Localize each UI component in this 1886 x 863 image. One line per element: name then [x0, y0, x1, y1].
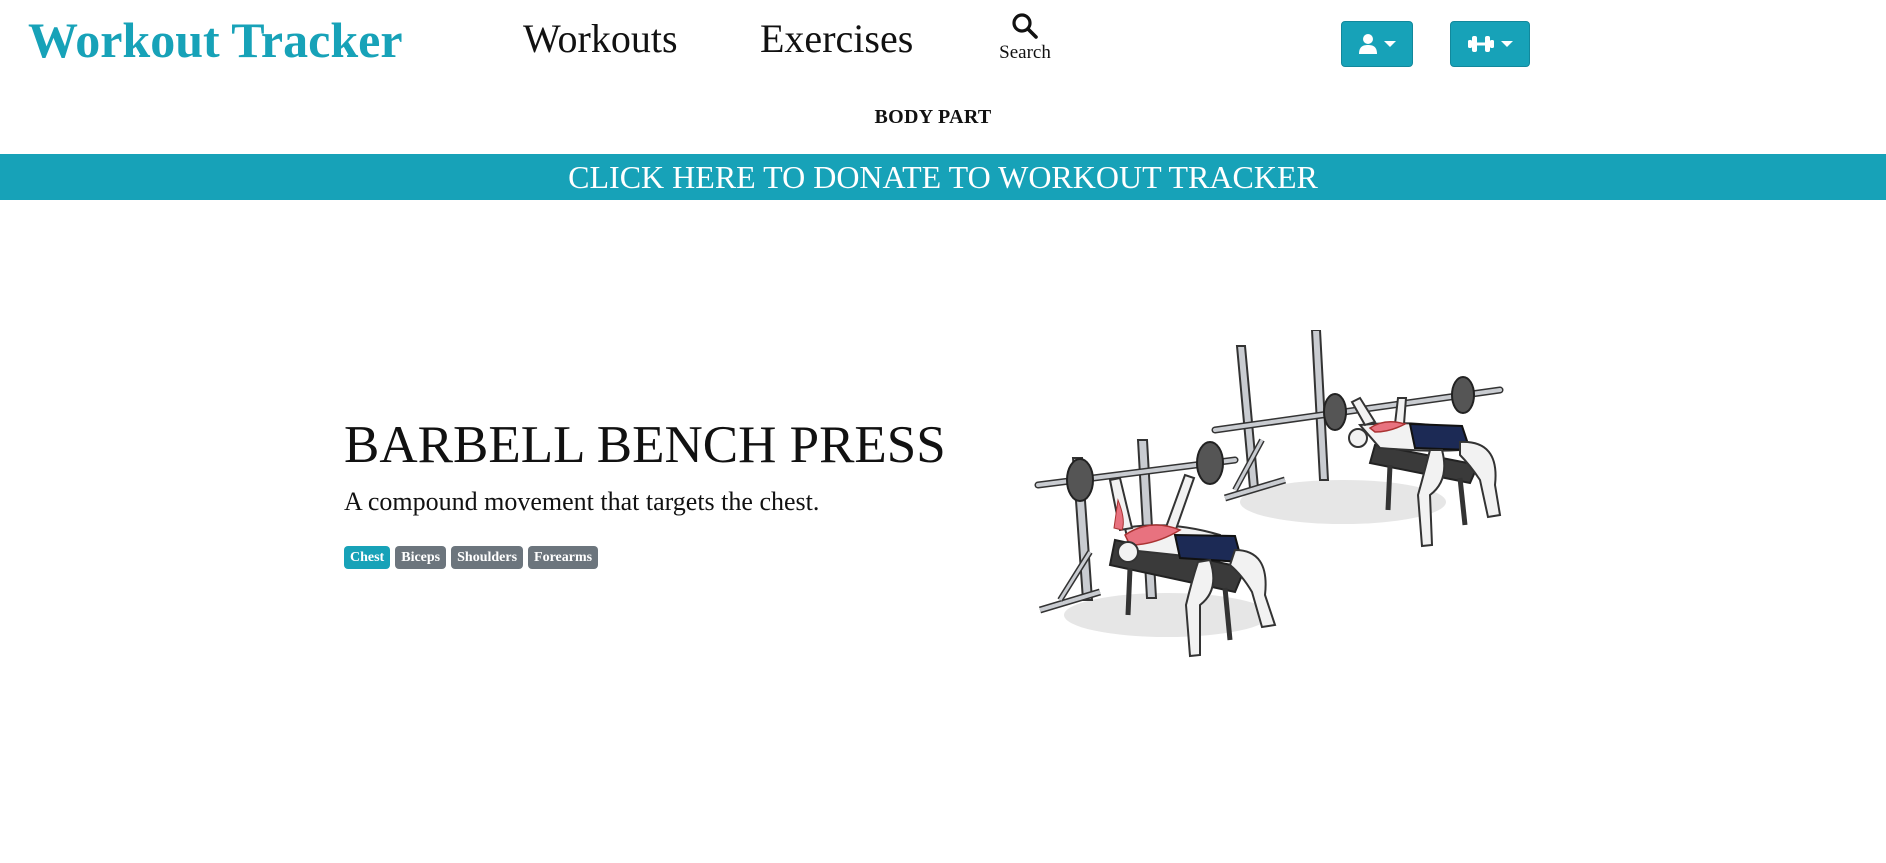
muscle-tags: Chest Biceps Shoulders Forearms: [344, 546, 599, 569]
workout-menu-button[interactable]: [1450, 21, 1530, 67]
user-icon: [1359, 34, 1377, 54]
muscle-tag-shoulders: Shoulders: [451, 546, 524, 569]
illustration-front-figure: [1034, 439, 1277, 658]
donate-banner[interactable]: CLICK HERE TO DONATE TO WORKOUT TRACKER: [0, 154, 1886, 200]
exercise-description: A compound movement that targets the che…: [344, 487, 820, 516]
chevron-down-icon: [1384, 41, 1396, 47]
illustration-back-figure: [1211, 330, 1504, 548]
nav-search[interactable]: Search: [995, 12, 1055, 64]
search-label: Search: [999, 42, 1051, 63]
exercise-illustration: [1034, 330, 1504, 658]
nav-exercises[interactable]: Exercises: [760, 14, 913, 64]
muscle-tag-biceps: Biceps: [395, 546, 447, 569]
nav-workouts[interactable]: Workouts: [523, 14, 678, 64]
body-part-filter[interactable]: BODY PART: [0, 106, 1866, 129]
brand-logo[interactable]: Workout Tracker: [28, 8, 403, 72]
muscle-tag-chest: Chest: [344, 546, 391, 569]
exercise-title: BARBELL BENCH PRESS: [344, 416, 946, 474]
chevron-down-icon: [1501, 41, 1513, 47]
user-menu-button[interactable]: [1341, 21, 1413, 67]
search-icon: [1012, 13, 1038, 39]
dumbbell-icon: [1468, 36, 1494, 52]
muscle-tag-forearms: Forearms: [528, 546, 599, 569]
